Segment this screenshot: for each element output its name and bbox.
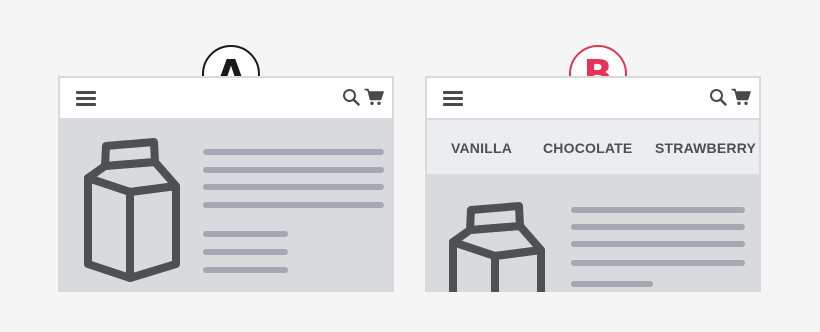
text-line-placeholder xyxy=(203,167,384,173)
text-line-placeholder xyxy=(571,207,745,213)
text-line-placeholder xyxy=(571,224,745,230)
milk-carton-icon xyxy=(449,202,545,292)
top-bar xyxy=(427,78,759,118)
search-icon[interactable] xyxy=(709,88,727,106)
top-bar xyxy=(60,78,392,118)
tab-strawberry[interactable]: STRAWBERRY xyxy=(655,140,756,156)
category-nav: VANILLA CHOCOLATE STRAWBERRY xyxy=(427,120,759,174)
text-line-placeholder xyxy=(203,149,384,155)
text-line-placeholder xyxy=(203,202,384,208)
text-line-placeholder xyxy=(571,281,653,287)
mockup-a xyxy=(58,76,394,292)
tab-chocolate[interactable]: CHOCOLATE xyxy=(543,140,632,156)
milk-carton-icon xyxy=(84,138,180,282)
cart-icon[interactable] xyxy=(364,88,384,106)
text-line-placeholder xyxy=(203,249,288,255)
text-line-placeholder xyxy=(203,267,288,273)
text-line-placeholder xyxy=(203,184,384,190)
hamburger-menu-icon[interactable] xyxy=(443,90,463,106)
hamburger-menu-icon[interactable] xyxy=(76,90,96,106)
mockup-b: VANILLA CHOCOLATE STRAWBERRY xyxy=(425,76,761,292)
text-line-placeholder xyxy=(571,241,745,247)
cart-icon[interactable] xyxy=(731,88,751,106)
text-line-placeholder xyxy=(203,231,288,237)
text-line-placeholder xyxy=(571,260,745,266)
tab-vanilla[interactable]: VANILLA xyxy=(451,140,512,156)
search-icon[interactable] xyxy=(342,88,360,106)
